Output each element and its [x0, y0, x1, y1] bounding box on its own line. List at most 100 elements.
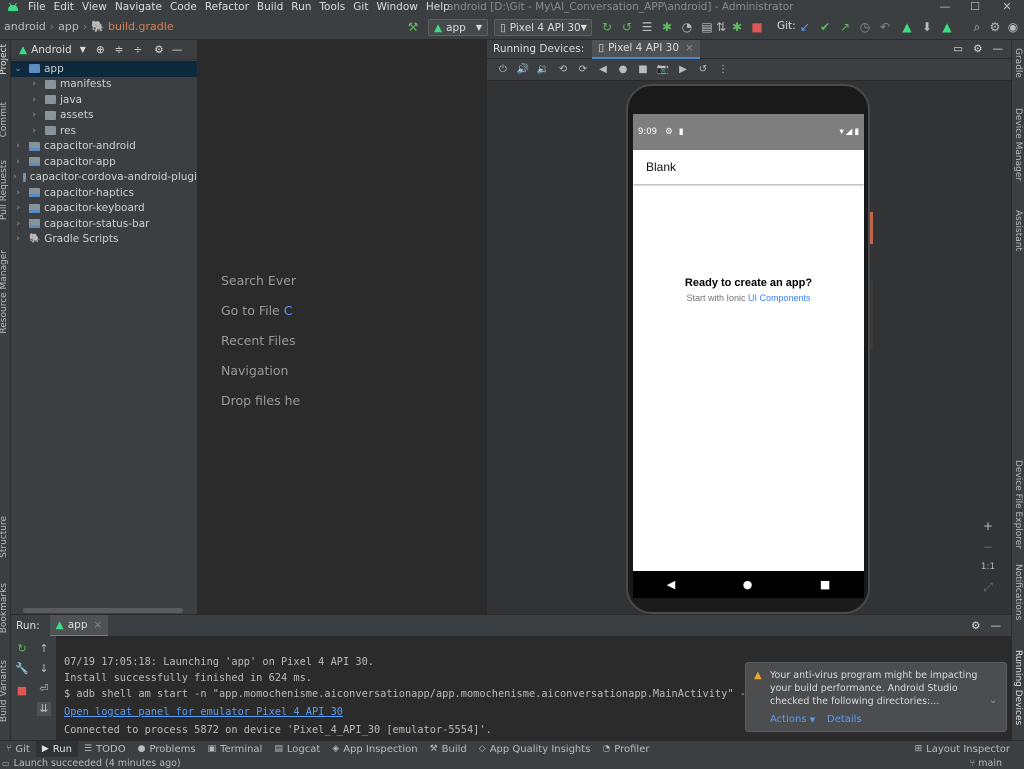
search-icon[interactable]: ⌕ [970, 20, 984, 34]
tab-build[interactable]: ⚒ Build [424, 741, 473, 758]
project-view-mode[interactable]: Android [31, 44, 72, 56]
menu-file[interactable]: File [28, 1, 46, 13]
gear-icon[interactable]: ⚙ [971, 620, 980, 632]
chevron-right-icon[interactable]: › [13, 141, 23, 151]
menu-edit[interactable]: Edit [54, 1, 74, 13]
tab-running-devices[interactable]: Running Devices [1013, 650, 1023, 725]
tab-app-inspection[interactable]: ◈ App Inspection [326, 741, 423, 758]
rotate-left-icon[interactable]: ⟲ [553, 64, 573, 75]
soft-wrap-icon[interactable]: ⏎ [37, 682, 51, 696]
collapse-all-icon[interactable]: ≑ [115, 44, 124, 56]
close-tab-icon[interactable]: × [685, 42, 694, 54]
run-config-select[interactable]: ▲ app ▼ [428, 19, 488, 36]
tree-item-assets[interactable]: › assets [11, 108, 197, 124]
tree-item-capacitor-haptics[interactable]: › capacitor-haptics [11, 185, 197, 201]
hide-panel-icon[interactable]: — [172, 44, 183, 56]
chevron-right-icon[interactable]: › [29, 126, 39, 136]
wrench-icon[interactable]: 🔧 [15, 662, 29, 676]
menu-build[interactable]: Build [257, 1, 283, 13]
tab-problems[interactable]: ● Problems [132, 741, 202, 758]
tab-pull-requests[interactable]: Pull Requests [0, 160, 9, 220]
home-icon[interactable]: ● [613, 64, 633, 75]
profile-icon[interactable]: ◔ [680, 20, 694, 34]
volume-up-icon[interactable]: 🔊 [513, 64, 533, 75]
tree-item-capacitor-android[interactable]: › capacitor-android [11, 139, 197, 155]
chevron-right-icon[interactable]: › [29, 79, 39, 89]
maximize-panel-icon[interactable]: ▭ [953, 43, 963, 55]
rerun-icon[interactable]: ↻ [15, 642, 29, 656]
git-rollback-icon[interactable]: ↶ [878, 20, 892, 34]
tree-item-capacitor-status-bar[interactable]: › capacitor-status-bar [11, 216, 197, 232]
tab-notifications[interactable]: Notifications [1013, 564, 1023, 620]
status-toggle-icon[interactable]: ▭ [2, 759, 10, 768]
zoom-in-button[interactable]: + [979, 517, 997, 535]
breadcrumb-root[interactable]: android [4, 20, 46, 33]
gear-icon[interactable]: ⚙ [988, 20, 1002, 34]
menu-git[interactable]: Git [353, 1, 368, 13]
power-icon[interactable]: ⏻ [493, 64, 513, 75]
git-branch-label[interactable]: main [978, 758, 1002, 769]
zoom-actual-size-button[interactable]: 1:1 [979, 558, 997, 576]
account-icon[interactable]: ◉ [1006, 20, 1020, 34]
debug-icon[interactable]: ✱ [660, 20, 674, 34]
tab-commit[interactable]: Commit [0, 102, 9, 137]
tab-layout-inspector[interactable]: ⊞ Layout Inspector [909, 741, 1016, 758]
horizontal-scrollbar[interactable] [23, 608, 183, 613]
tab-resource-manager[interactable]: Resource Manager [0, 250, 9, 334]
run-tab-app[interactable]: ▲ app × [49, 614, 109, 637]
nav-back-icon[interactable]: ◀ [667, 578, 675, 591]
device-select[interactable]: ▯ Pixel 4 API 30 ▼ [494, 19, 592, 36]
volume-down-icon[interactable]: 🔉 [533, 64, 553, 75]
tree-item-capacitor-keyboard[interactable]: › capacitor-keyboard [11, 201, 197, 217]
power-button[interactable] [870, 212, 873, 244]
hammer-build-icon[interactable]: ⚒ [406, 20, 420, 34]
menu-run[interactable]: Run [291, 1, 311, 13]
scroll-to-end-icon[interactable]: ⇊ [37, 702, 51, 716]
stop-icon[interactable]: ■ [750, 20, 764, 34]
menu-window[interactable]: Window [376, 1, 417, 13]
tree-item-java[interactable]: › java [11, 92, 197, 108]
tab-run[interactable]: ▶ Run [35, 740, 78, 758]
attach-icon[interactable]: ☰ [640, 20, 654, 34]
close-icon[interactable]: ✕ [992, 0, 1022, 14]
ui-components-link[interactable]: UI Components [748, 293, 811, 303]
nav-recents-icon[interactable]: ■ [820, 578, 830, 591]
minimize-icon[interactable]: — [930, 0, 960, 14]
tree-item-capacitor-cordova-android-plugins[interactable]: › capacitor-cordova-android-plugi [11, 170, 197, 186]
device-manager-icon[interactable]: ▲ [900, 20, 914, 34]
tab-assistant[interactable]: Assistant [1013, 210, 1023, 251]
chevron-right-icon[interactable]: › [13, 172, 17, 182]
scroll-down-icon[interactable]: ↓ [37, 662, 51, 676]
notification-details-link[interactable]: Details [827, 714, 862, 725]
overview-icon[interactable]: ■ [633, 64, 653, 75]
screenshot-icon[interactable]: 📷 [653, 64, 673, 75]
nav-home-icon[interactable]: ● [743, 578, 753, 591]
chevron-right-icon[interactable]: › [29, 110, 39, 120]
apply-changes-icon[interactable]: ↺ [620, 20, 634, 34]
tree-item-app[interactable]: ⌄ app [11, 61, 197, 77]
attach-debugger-icon[interactable]: ✱ [730, 20, 744, 34]
zoom-fit-icon[interactable]: ⤢ [979, 578, 997, 596]
open-logcat-link[interactable]: Open logcat panel for emulator Pixel 4 A… [64, 706, 343, 718]
snapshot-icon[interactable]: ↺ [693, 64, 713, 75]
zoom-out-button[interactable]: − [979, 538, 997, 556]
tab-todo[interactable]: ☰ TODO [78, 741, 132, 758]
more-icon[interactable]: ⋮ [713, 64, 733, 75]
tab-project[interactable]: Project [0, 44, 9, 75]
gear-icon[interactable]: ⚙ [973, 43, 982, 55]
hide-panel-icon[interactable]: — [991, 620, 1002, 632]
tree-item-res[interactable]: › res [11, 123, 197, 139]
scroll-up-icon[interactable]: ↑ [37, 642, 51, 656]
chevron-right-icon[interactable]: › [13, 188, 23, 198]
sdk-manager-icon[interactable]: ⬇ [920, 20, 934, 34]
chevron-right-icon[interactable]: › [29, 95, 39, 105]
coverage-icon[interactable]: ▤ [700, 20, 714, 34]
tree-item-manifests[interactable]: › manifests [11, 77, 197, 93]
stop-icon[interactable]: ■ [15, 684, 29, 698]
menu-tools[interactable]: Tools [319, 1, 345, 13]
tab-profiler[interactable]: ◔ Profiler [596, 741, 655, 758]
tab-git[interactable]: ⑂ Git [0, 741, 36, 758]
git-update-icon[interactable]: ↙ [798, 20, 812, 34]
menu-view[interactable]: View [82, 1, 107, 13]
menu-code[interactable]: Code [170, 1, 197, 13]
